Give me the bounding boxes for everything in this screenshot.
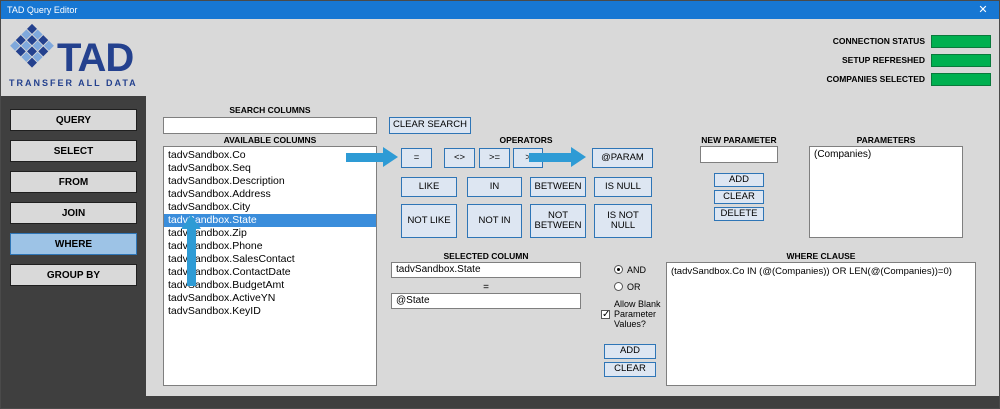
search-columns-label: SEARCH COLUMNS	[229, 105, 311, 115]
close-icon[interactable]: ✕	[973, 1, 993, 19]
connector-group: AND OR	[614, 261, 646, 295]
operator-in[interactable]: IN	[467, 177, 522, 197]
operator-equals[interactable]: =	[401, 148, 432, 168]
column-item[interactable]: tadvSandbox.KeyID	[164, 305, 376, 318]
status-row-companies: COMPANIES SELECTED	[795, 72, 991, 86]
parameter-clear-button[interactable]: CLEAR	[714, 190, 764, 204]
operators-label: OPERATORS	[499, 135, 553, 145]
available-columns-label: AVAILABLE COLUMNS	[223, 135, 317, 145]
allow-blank-checkbox-box[interactable]	[601, 309, 610, 320]
selected-column-label: SELECTED COLUMN	[443, 251, 529, 261]
allow-blank-label: Allow Blank Parameter Values?	[614, 299, 661, 329]
new-parameter-input[interactable]	[700, 146, 778, 163]
allow-blank-checkbox[interactable]: Allow Blank Parameter Values?	[601, 299, 667, 329]
tad-logo-icon	[9, 22, 55, 75]
operator-not-equals[interactable]: <>	[444, 148, 475, 168]
sidebar: QUERY SELECT FROM JOIN WHERE GROUP BY	[1, 96, 146, 396]
or-radio[interactable]: OR	[614, 278, 646, 295]
column-item[interactable]: tadvSandbox.Seq	[164, 162, 376, 175]
and-radio-label: AND	[627, 264, 647, 275]
or-radio-circle[interactable]	[614, 282, 623, 291]
operator-is-null[interactable]: IS NULL	[594, 177, 652, 197]
annotation-arrow-to-state-column	[181, 215, 201, 286]
where-clear-button[interactable]: CLEAR	[604, 362, 656, 377]
logo-text: TAD	[57, 36, 134, 80]
operator-not-like[interactable]: NOT LIKE	[401, 204, 457, 238]
column-item[interactable]: tadvSandbox.ActiveYN	[164, 292, 376, 305]
status-row-setup: SETUP REFRESHED	[795, 53, 991, 67]
search-input[interactable]	[163, 117, 377, 134]
and-radio[interactable]: AND	[614, 261, 646, 278]
parameters-label: PARAMETERS	[856, 135, 916, 145]
parameter-add-button[interactable]: ADD	[714, 173, 764, 187]
parameters-list: (Companies)	[809, 146, 963, 238]
title-bar[interactable]: TAD Query Editor ✕	[1, 1, 999, 19]
status-indicator-companies	[931, 72, 991, 86]
status-label: COMPANIES SELECTED	[826, 74, 925, 84]
sidebar-item-join[interactable]: JOIN	[10, 202, 137, 224]
operator-not-between[interactable]: NOT BETWEEN	[530, 204, 586, 238]
logo-subtext: TRANSFER ALL DATA	[9, 78, 138, 88]
status-label: CONNECTION STATUS	[832, 36, 925, 46]
column-item[interactable]: tadvSandbox.City	[164, 201, 376, 214]
app-logo: TAD TRANSFER ALL DATA	[9, 22, 169, 88]
new-parameter-label: NEW PARAMETER	[701, 135, 777, 145]
sidebar-item-group-by[interactable]: GROUP BY	[10, 264, 137, 286]
operator-like[interactable]: LIKE	[401, 177, 457, 197]
annotation-arrow-to-equals	[346, 147, 398, 167]
tad-query-editor-window: TAD Query Editor ✕ TAD TRANSFER ALL DATA…	[0, 0, 1000, 409]
column-item[interactable]: tadvSandbox.Address	[164, 188, 376, 201]
clear-search-button[interactable]: CLEAR SEARCH	[389, 117, 471, 134]
selected-operator-text: =	[483, 282, 489, 293]
sidebar-item-select[interactable]: SELECT	[10, 140, 137, 162]
operator-between[interactable]: BETWEEN	[530, 177, 586, 197]
operator-is-not-null[interactable]: IS NOT NULL	[594, 204, 652, 238]
status-row-connection: CONNECTION STATUS	[795, 34, 991, 48]
column-item[interactable]: tadvSandbox.Description	[164, 175, 376, 188]
annotation-arrow-to-param	[529, 147, 586, 167]
selected-value-field[interactable]: @State	[391, 293, 581, 309]
parameter-item[interactable]: (Companies)	[810, 147, 962, 162]
bottom-bar	[1, 396, 999, 408]
status-label: SETUP REFRESHED	[842, 55, 925, 65]
parameter-delete-button[interactable]: DELETE	[714, 207, 764, 221]
window-title: TAD Query Editor	[7, 5, 78, 15]
column-item[interactable]: tadvSandbox.Co	[164, 149, 376, 162]
status-indicator-connection	[931, 34, 991, 48]
sidebar-item-where[interactable]: WHERE	[10, 233, 137, 255]
where-clause-label: WHERE CLAUSE	[786, 251, 856, 261]
sidebar-item-from[interactable]: FROM	[10, 171, 137, 193]
and-radio-circle[interactable]	[614, 265, 623, 274]
or-radio-label: OR	[627, 281, 641, 292]
operator-not-in[interactable]: NOT IN	[467, 204, 522, 238]
where-add-button[interactable]: ADD	[604, 344, 656, 359]
sidebar-item-query[interactable]: QUERY	[10, 109, 137, 131]
selected-column-field[interactable]: tadvSandbox.State	[391, 262, 581, 278]
where-clause-box[interactable]: (tadvSandbox.Co IN (@(Companies)) OR LEN…	[666, 262, 976, 386]
status-indicator-setup	[931, 53, 991, 67]
operator-gte[interactable]: >=	[479, 148, 510, 168]
operator-param[interactable]: @PARAM	[592, 148, 653, 168]
